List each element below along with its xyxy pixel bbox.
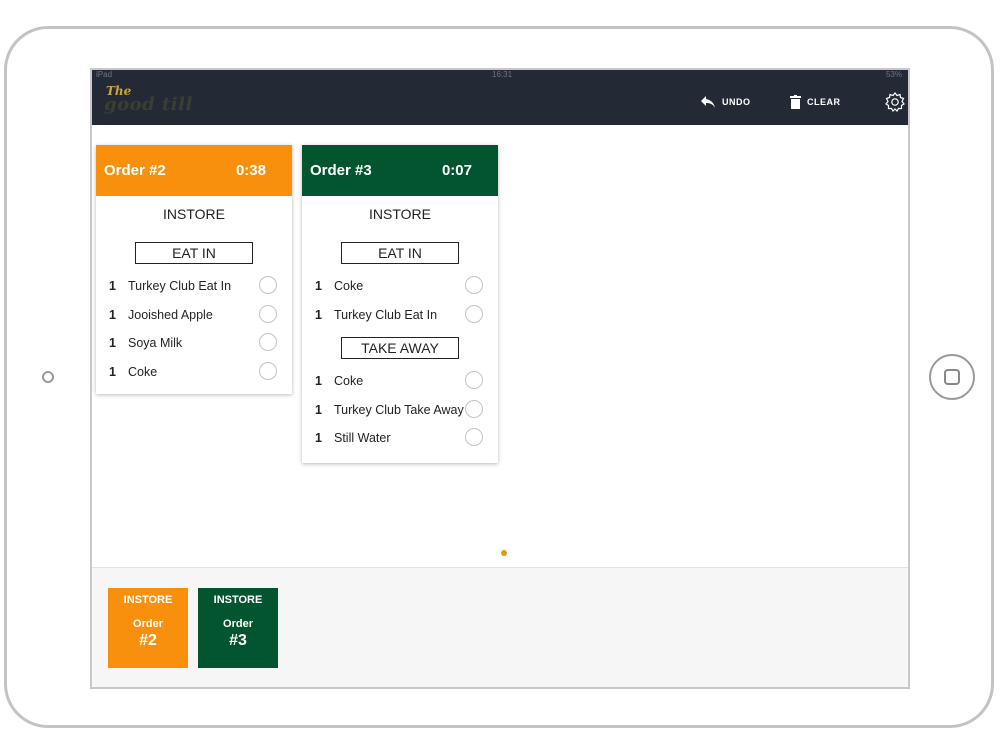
- clear-label: CLEAR: [807, 97, 841, 107]
- item-qty: 1: [315, 374, 322, 388]
- order-header: Order #3 0:07: [302, 145, 498, 196]
- item-done-checkbox[interactable]: [465, 399, 483, 418]
- item-qty: 1: [315, 402, 322, 417]
- undo-button[interactable]: UNDO: [700, 95, 751, 109]
- order-card-2[interactable]: Order #2 0:38 INSTORE EAT IN 1 Turkey Cl…: [96, 145, 292, 394]
- item-name: Jooished Apple: [128, 307, 213, 322]
- item-name: Coke: [128, 364, 158, 379]
- carrier-label: iPad: [96, 70, 113, 79]
- top-bar: iPad 16:31 53% The good till UNDO CLEAR: [92, 70, 908, 125]
- order-item: 1 Coke: [96, 360, 292, 389]
- undo-label: UNDO: [722, 97, 751, 107]
- item-done-checkbox[interactable]: [465, 304, 483, 323]
- item-qty: 1: [109, 336, 116, 350]
- item-qty: 1: [109, 364, 116, 379]
- app-screen: iPad 16:31 53% The good till UNDO CLEAR: [90, 68, 910, 689]
- order-tile-3[interactable]: INSTORE Order #3: [198, 588, 278, 668]
- tile-type: INSTORE: [213, 594, 263, 606]
- gear-icon[interactable]: [885, 92, 905, 112]
- item-name: Coke: [334, 374, 364, 388]
- page-indicator-dot: [501, 550, 507, 556]
- item-qty: 1: [109, 279, 116, 293]
- tile-label: Order: [133, 618, 163, 630]
- clock: 16:31: [492, 70, 513, 79]
- section-label-eat-in: EAT IN: [135, 242, 253, 264]
- order-item: 1 Turkey Club Eat In: [302, 303, 498, 332]
- tile-label: Order: [223, 618, 253, 630]
- order-item: 1 Jooished Apple: [96, 303, 292, 332]
- trash-icon: [790, 95, 801, 109]
- item-qty: 1: [315, 307, 322, 322]
- item-done-checkbox[interactable]: [259, 333, 277, 351]
- front-camera: [42, 371, 54, 383]
- order-tile-2[interactable]: INSTORE Order #2: [108, 588, 188, 668]
- order-item: 1 Coke: [302, 274, 498, 303]
- logo: good till: [104, 94, 193, 115]
- item-name: Coke: [334, 279, 364, 293]
- order-timer: 0:38: [235, 162, 266, 179]
- order-header: Order #2 0:38: [96, 145, 292, 196]
- undo-arrow-icon: [701, 96, 715, 108]
- order-item: 1 Soya Milk: [96, 331, 292, 360]
- order-title: Order #3: [310, 162, 372, 179]
- order-type: INSTORE: [163, 206, 225, 222]
- item-qty: 1: [315, 279, 322, 293]
- item-done-checkbox[interactable]: [465, 276, 483, 294]
- item-name: Still Water: [334, 431, 391, 445]
- item-qty: 1: [315, 431, 322, 445]
- order-item: 1 Still Water: [302, 426, 498, 455]
- section-label-take-away: TAKE AWAY: [341, 337, 459, 359]
- item-done-checkbox[interactable]: [259, 304, 277, 323]
- item-done-checkbox[interactable]: [259, 361, 277, 380]
- item-name: Turkey Club Eat In: [334, 307, 438, 322]
- order-title: Order #2: [104, 162, 166, 179]
- tile-number: #2: [139, 632, 157, 649]
- item-name: Turkey Club Eat In: [128, 279, 232, 293]
- order-item: 1 Turkey Club Take Away: [302, 398, 498, 427]
- section-label-eat-in: EAT IN: [341, 242, 459, 264]
- item-name: Turkey Club Take Away: [334, 402, 464, 417]
- status-bar: iPad 16:31 53%: [92, 70, 908, 80]
- item-name: Soya Milk: [128, 336, 183, 350]
- order-card-3[interactable]: Order #3 0:07 INSTORE EAT IN 1 Coke 1 Tu…: [302, 145, 498, 463]
- order-tray: INSTORE Order #2 INSTORE Order #3: [92, 567, 908, 687]
- order-timer: 0:07: [441, 162, 472, 179]
- order-item: 1 Turkey Club Eat In: [96, 274, 292, 303]
- item-done-checkbox[interactable]: [259, 276, 277, 294]
- item-done-checkbox[interactable]: [465, 371, 483, 389]
- home-square-icon: [944, 369, 960, 385]
- battery-level: 53%: [885, 70, 902, 79]
- order-type: INSTORE: [369, 206, 431, 222]
- home-button[interactable]: [929, 354, 975, 400]
- tile-type: INSTORE: [123, 594, 173, 606]
- tile-number: #3: [229, 632, 247, 649]
- item-qty: 1: [109, 307, 116, 322]
- item-done-checkbox[interactable]: [465, 428, 483, 446]
- order-item: 1 Coke: [302, 369, 498, 398]
- clear-button[interactable]: CLEAR: [790, 95, 841, 109]
